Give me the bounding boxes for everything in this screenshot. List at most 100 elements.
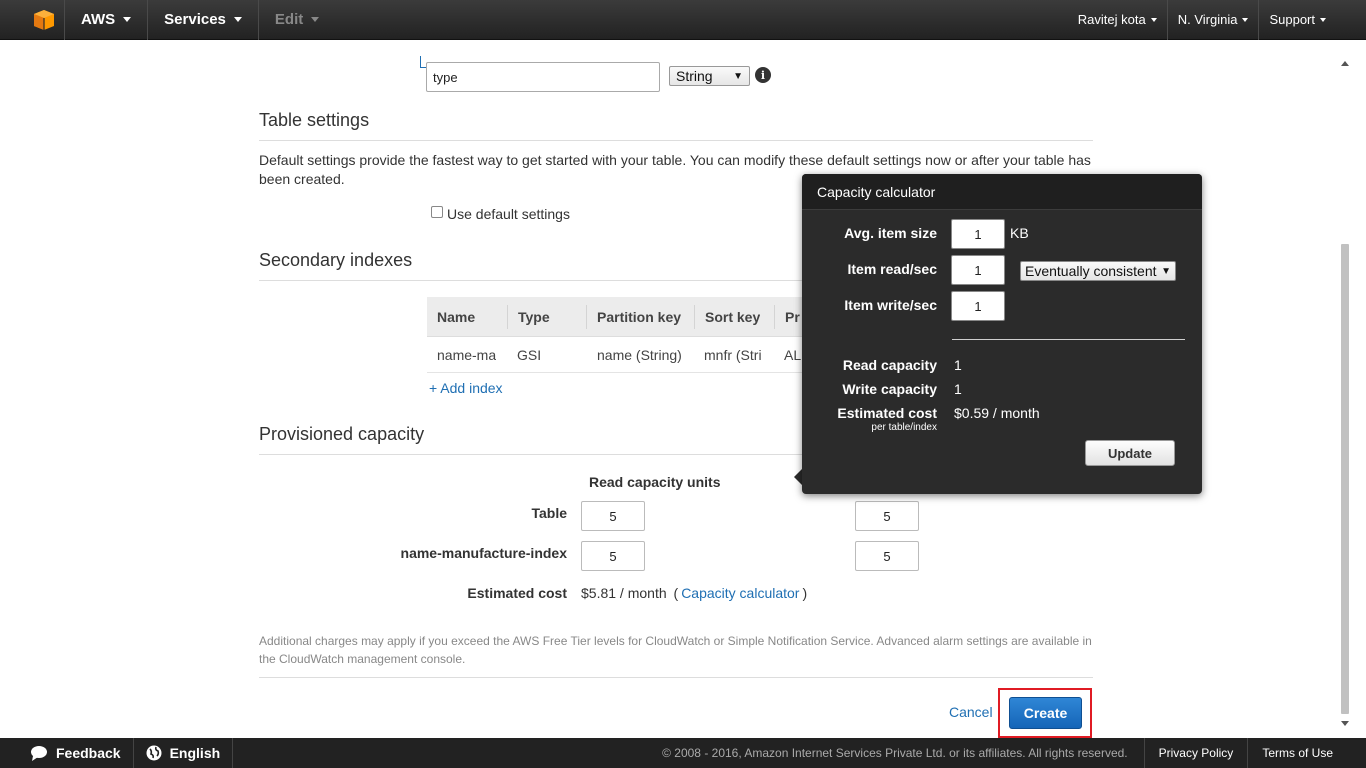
services-menu[interactable]: Services: [148, 0, 258, 40]
open-paren: (: [673, 585, 679, 601]
table-read-capacity-input[interactable]: 5: [581, 501, 645, 531]
calc-estimated-cost-subtext: per table/index: [871, 422, 937, 433]
chevron-down-icon: [1150, 17, 1157, 22]
create-button[interactable]: Create: [1009, 697, 1082, 729]
index-write-capacity-input[interactable]: 5: [855, 541, 919, 571]
read-capacity-value: 1: [954, 357, 962, 373]
column-divider: [694, 305, 695, 329]
feedback-label: Feedback: [56, 745, 121, 761]
column-header[interactable]: Type: [518, 309, 550, 325]
chevron-down-icon: [233, 17, 242, 22]
avg-item-size-unit: KB: [1010, 225, 1029, 241]
edit-menu-label: Edit: [274, 11, 304, 28]
use-default-settings-label[interactable]: Use default settings: [447, 206, 570, 222]
capacity-row-label: name-manufacture-index: [400, 545, 567, 561]
page-scrollbar[interactable]: [1340, 58, 1350, 728]
update-button[interactable]: Update: [1085, 440, 1175, 466]
column-header[interactable]: Partition key: [597, 309, 681, 325]
add-index-link[interactable]: + Add index: [429, 380, 503, 396]
estimated-cost-amount: $5.81 / month: [581, 585, 667, 601]
column-divider: [586, 305, 587, 329]
scroll-up-arrow-icon[interactable]: [1340, 58, 1350, 68]
privacy-policy-link[interactable]: Privacy Policy: [1145, 738, 1248, 768]
table-write-capacity-input[interactable]: 5: [855, 501, 919, 531]
user-menu-label: Ravitej kota: [1077, 12, 1146, 27]
services-menu-label: Services: [164, 11, 226, 28]
scroll-thumb[interactable]: [1341, 244, 1349, 714]
index-sort-key-cell: mnfr (Stri: [704, 347, 762, 363]
nav-right-group: Ravitej kota N. Virginia Support: [1068, 0, 1366, 40]
index-table-header: Name Type Partition key Sort key Pr: [427, 297, 807, 337]
chevron-down-icon: [123, 17, 132, 22]
index-read-capacity-input[interactable]: 5: [581, 541, 645, 571]
write-capacity-label: Write capacity: [842, 381, 937, 397]
column-header[interactable]: Sort key: [705, 309, 760, 325]
estimated-cost-label: Estimated cost: [467, 585, 567, 601]
scroll-down-arrow-icon[interactable]: [1340, 718, 1350, 728]
consistency-value: Eventually consistent: [1025, 263, 1157, 279]
support-menu-label: Support: [1269, 12, 1315, 27]
item-read-label: Item read/sec: [847, 261, 938, 277]
calc-estimated-cost-value: $0.59 / month: [954, 405, 1040, 421]
popover-divider: [952, 339, 1185, 340]
column-divider: [507, 305, 508, 329]
language-selector[interactable]: English: [134, 738, 233, 768]
calc-estimated-cost-label: Estimated cost: [837, 405, 937, 421]
globe-icon: [146, 745, 162, 761]
section-divider: [259, 140, 1093, 141]
region-menu[interactable]: N. Virginia: [1168, 0, 1259, 40]
capacity-calculator-popover: Capacity calculator Avg. item size 1 KB …: [802, 174, 1202, 494]
consistency-select[interactable]: Eventually consistent ▼: [1020, 261, 1176, 281]
item-read-input[interactable]: 1: [951, 255, 1005, 285]
footer-divider: [232, 738, 234, 768]
use-default-settings-checkbox[interactable]: [431, 206, 443, 218]
capacity-row-label: Table: [531, 505, 567, 521]
dropdown-arrow-icon: ▼: [1161, 265, 1171, 277]
speech-bubble-icon: [30, 745, 48, 761]
read-capacity-label: Read capacity: [842, 357, 937, 373]
language-label: English: [169, 745, 221, 761]
avg-item-size-input[interactable]: 1: [951, 219, 1005, 249]
sort-key-type-select[interactable]: String ▼: [669, 66, 750, 86]
index-name-cell: name-ma: [437, 347, 497, 363]
terms-of-use-link[interactable]: Terms of Use: [1248, 738, 1366, 768]
item-write-label: Item write/sec: [844, 297, 937, 313]
additional-charges-note: Additional charges may apply if you exce…: [259, 634, 1092, 666]
item-write-input[interactable]: 1: [951, 291, 1005, 321]
table-settings-heading: Table settings: [259, 110, 370, 130]
user-menu[interactable]: Ravitej kota: [1068, 0, 1167, 40]
index-type-cell: GSI: [517, 347, 542, 363]
feedback-button[interactable]: Feedback: [0, 738, 133, 768]
support-menu[interactable]: Support: [1259, 0, 1336, 40]
chevron-down-icon: [1320, 17, 1326, 22]
edit-menu[interactable]: Edit: [259, 0, 335, 40]
top-navigation-bar: AWS Services Edit Ravitej kota N. Virgin…: [0, 0, 1366, 40]
dropdown-arrow-icon: ▼: [733, 70, 743, 82]
secondary-indexes-heading: Secondary indexes: [259, 250, 413, 270]
capacity-calculator-link[interactable]: Capacity calculator: [681, 585, 799, 601]
column-header[interactable]: Name: [437, 309, 475, 325]
provisioned-capacity-heading: Provisioned capacity: [259, 424, 425, 444]
sort-key-input[interactable]: type: [426, 62, 660, 92]
aws-menu-label: AWS: [81, 11, 116, 28]
chevron-down-icon: [1242, 17, 1249, 22]
aws-cube-icon[interactable]: [24, 0, 64, 40]
index-projection-cell: AL: [784, 347, 802, 363]
close-paren: ): [802, 585, 808, 601]
chevron-down-icon: [311, 17, 320, 22]
table-row[interactable]: name-ma GSI name (String) mnfr (Stri AL: [427, 337, 807, 373]
cancel-button[interactable]: Cancel: [949, 704, 993, 720]
aws-menu[interactable]: AWS: [65, 0, 147, 40]
read-capacity-units-header: Read capacity units: [589, 474, 721, 490]
copyright-text: © 2008 - 2016, Amazon Internet Services …: [662, 746, 1128, 760]
estimated-cost-value: $5.81 / month (Capacity calculator): [581, 585, 807, 601]
page-footer: Feedback English © 2008 - 2016, Amazon I…: [0, 738, 1366, 768]
sort-key-type-value: String: [676, 68, 713, 84]
info-icon[interactable]: i: [755, 67, 771, 83]
column-header[interactable]: Pr: [785, 309, 800, 325]
column-divider: [774, 305, 775, 329]
region-menu-label: N. Virginia: [1177, 12, 1238, 27]
write-capacity-value: 1: [954, 381, 962, 397]
avg-item-size-label: Avg. item size: [844, 225, 937, 241]
section-divider: [259, 677, 1093, 678]
